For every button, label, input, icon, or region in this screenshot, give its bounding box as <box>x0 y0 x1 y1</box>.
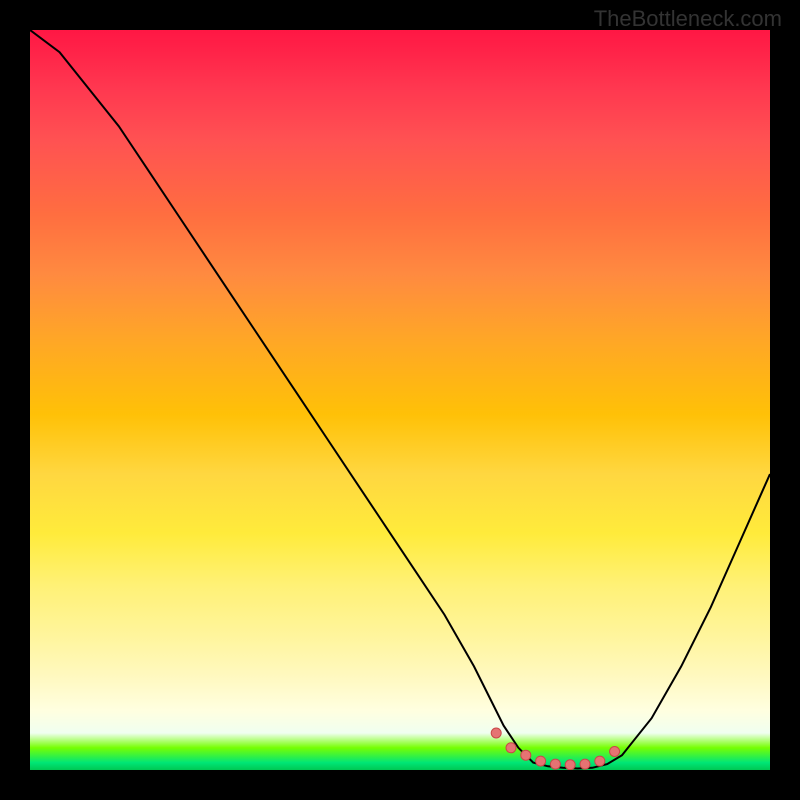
curve-marker <box>491 728 501 738</box>
chart-plot-area <box>30 30 770 770</box>
curve-marker <box>565 760 575 770</box>
curve-marker <box>610 747 620 757</box>
curve-marker <box>595 756 605 766</box>
curve-marker <box>580 759 590 769</box>
curve-marker <box>536 756 546 766</box>
watermark-text: TheBottleneck.com <box>594 6 782 32</box>
curve-marker <box>550 759 560 769</box>
chart-svg <box>30 30 770 770</box>
curve-marker <box>521 750 531 760</box>
curve-marker <box>506 743 516 753</box>
curve-line <box>30 30 770 769</box>
